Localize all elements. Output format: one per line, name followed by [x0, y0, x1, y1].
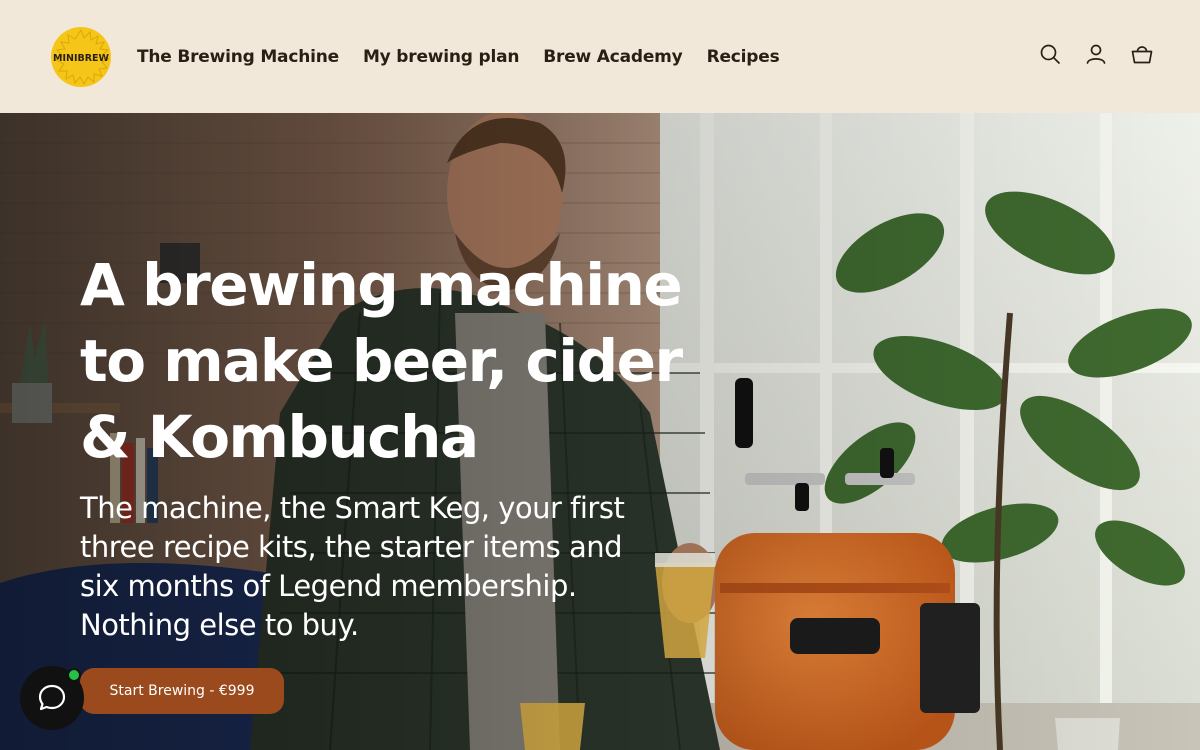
svg-text:MINIBREW: MINIBREW — [53, 53, 110, 64]
account-icon[interactable] — [1084, 42, 1108, 66]
hero-subline: The machine, the Smart Keg, your first t… — [80, 491, 625, 642]
nav-item-brew-academy[interactable]: Brew Academy — [543, 47, 682, 67]
hero-headline: A brewing machine to make beer, cider & … — [80, 251, 683, 471]
search-icon[interactable] — [1038, 42, 1062, 66]
chat-icon — [38, 684, 66, 711]
hero-banner: A brewing machine to make beer, cider & … — [0, 113, 1200, 750]
header-actions — [1038, 42, 1154, 66]
minibrew-logo[interactable]: MINIBREW — [48, 24, 114, 90]
nav-item-brewing-plan[interactable]: My brewing plan — [363, 47, 519, 67]
nav-item-brewing-machine[interactable]: The Brewing Machine — [137, 47, 339, 67]
site-header: MINIBREW The Brewing Machine My brewing … — [0, 0, 1200, 113]
main-nav: The Brewing Machine My brewing plan Brew… — [137, 0, 780, 113]
nav-item-recipes[interactable]: Recipes — [707, 47, 780, 67]
online-status-indicator — [67, 668, 81, 682]
cart-icon[interactable] — [1130, 42, 1154, 66]
start-brewing-button[interactable]: Start Brewing - €999 — [80, 668, 284, 714]
